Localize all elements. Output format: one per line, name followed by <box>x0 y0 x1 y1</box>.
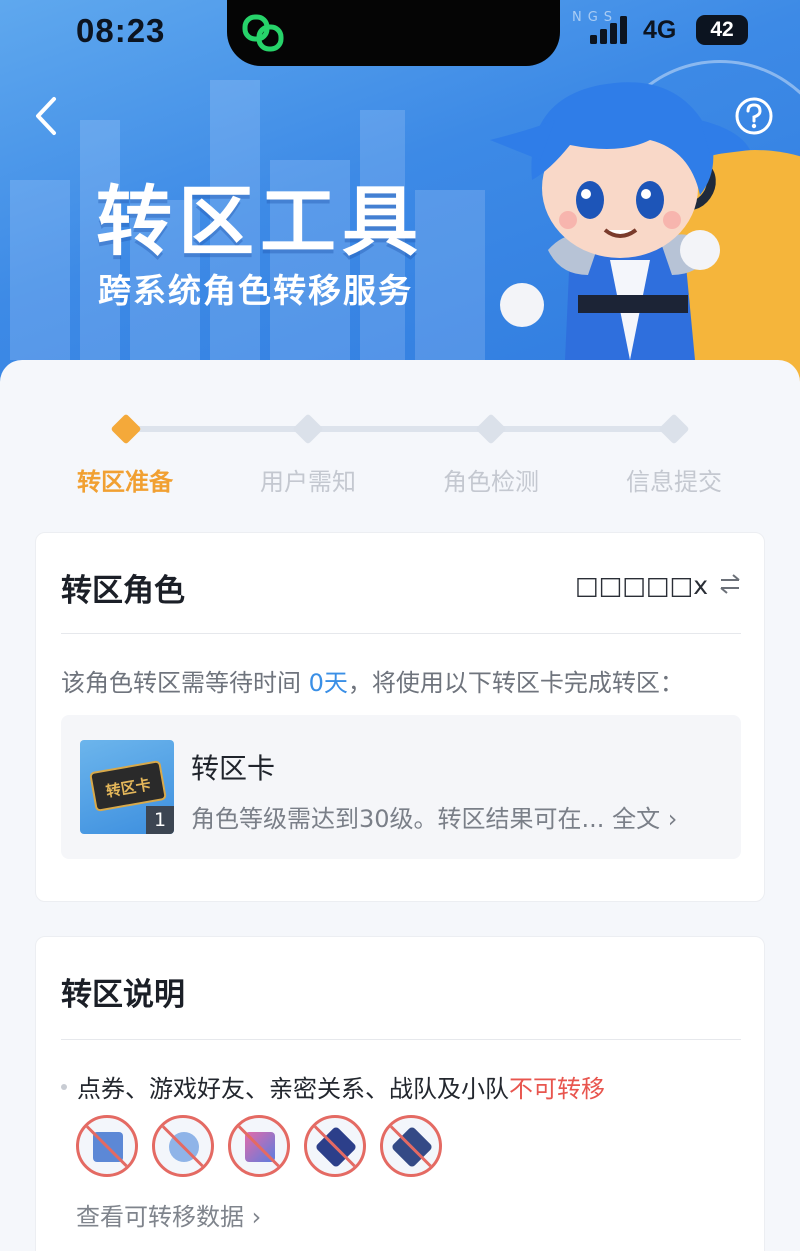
chevron-right-icon: › <box>660 805 678 833</box>
hero-title: 转区工具 <box>96 177 424 266</box>
wait-time-text: 该角色转区需等待时间 0天，将使用以下转区卡完成转区： <box>61 663 684 698</box>
bullet-dot <box>61 1084 67 1090</box>
main-panel: 转区准备 用户需知 角色检测 信息提交 转区角色 □□□□□x 该角色转区需等待… <box>0 360 800 1251</box>
step-label-submit: 信息提交 <box>626 468 722 496</box>
transfer-role-card: 转区角色 □□□□□x 该角色转区需等待时间 0天，将使用以下转区卡完成转区： … <box>35 532 765 902</box>
non-transferable-bullet: 点券、游戏好友、亲密关系、战队及小队不可转移 <box>61 1069 605 1104</box>
status-bar: 08:23 4G 42 <box>0 0 800 66</box>
friends-icon <box>152 1115 214 1177</box>
transfer-info-card: 转区说明 点券、游戏好友、亲密关系、战队及小队不可转移 查看可转移数据 › <box>35 936 765 1251</box>
wait-prefix: 该角色转区需等待时间 <box>61 669 309 697</box>
role-card-title: 转区角色 <box>61 573 185 609</box>
transfer-card-quantity: 1 <box>146 806 174 834</box>
chevron-right-icon: › <box>244 1203 262 1231</box>
role-card-divider <box>61 633 741 634</box>
wait-suffix: ，将使用以下转区卡完成转区： <box>347 669 684 697</box>
info-card-divider <box>61 1039 741 1040</box>
transfer-card-title: 转区卡 <box>191 752 276 785</box>
info-card-title: 转区说明 <box>61 977 185 1013</box>
hero-banner: NGS 08:23 4G 42 转区工具 跨系统角色转移服务 <box>0 0 800 390</box>
description-text: 角色等级需达到30级。转区结果可在... <box>191 805 605 833</box>
link-app-icon <box>242 14 284 52</box>
bullet-text: 点券、游戏好友、亲密关系、战队及小队 <box>77 1075 509 1103</box>
view-data-label: 查看可转移数据 <box>76 1203 244 1231</box>
fulltext-link[interactable]: 全文 › <box>604 805 677 833</box>
wait-days: 0天 <box>308 669 348 697</box>
step-label-prepare: 转区准备 <box>77 468 173 496</box>
hero-subtitle: 跨系统角色转移服务 <box>98 271 413 310</box>
dynamic-island <box>227 0 560 66</box>
step-marker-3 <box>475 413 507 445</box>
step-label-notice: 用户需知 <box>260 468 356 496</box>
view-transferable-data-link[interactable]: 查看可转移数据 › <box>76 1197 261 1232</box>
transfer-card-thumbnail: 转区卡 1 <box>80 740 174 834</box>
battery-level: 42 <box>696 15 748 45</box>
fulltext-label: 全文 <box>612 805 661 833</box>
coupon-icon <box>76 1115 138 1177</box>
network-type: 4G <box>643 16 677 44</box>
non-transferable-warning: 不可转移 <box>509 1075 605 1103</box>
role-name[interactable]: □□□□□x <box>575 571 708 600</box>
help-question-icon[interactable] <box>734 96 774 136</box>
back-arrow-icon[interactable] <box>30 95 62 137</box>
signal-strength-icon <box>590 16 627 44</box>
transfer-card-item[interactable]: 转区卡 1 转区卡 角色等级需达到30级。转区结果可在... 全文 › <box>61 715 741 859</box>
status-time: 08:23 <box>76 12 166 49</box>
team-icon <box>304 1115 366 1177</box>
intimacy-icon <box>228 1115 290 1177</box>
transfer-card-ticket-icon: 转区卡 <box>89 760 167 812</box>
transfer-card-description: 角色等级需达到30级。转区结果可在... 全文 › <box>191 799 677 834</box>
squad-icon <box>380 1115 442 1177</box>
step-marker-1 <box>110 413 142 445</box>
step-marker-2 <box>292 413 324 445</box>
stepper-track <box>126 426 674 432</box>
step-label-check: 角色检测 <box>443 468 539 496</box>
step-marker-4 <box>658 413 690 445</box>
swap-arrows-icon[interactable] <box>718 571 742 597</box>
